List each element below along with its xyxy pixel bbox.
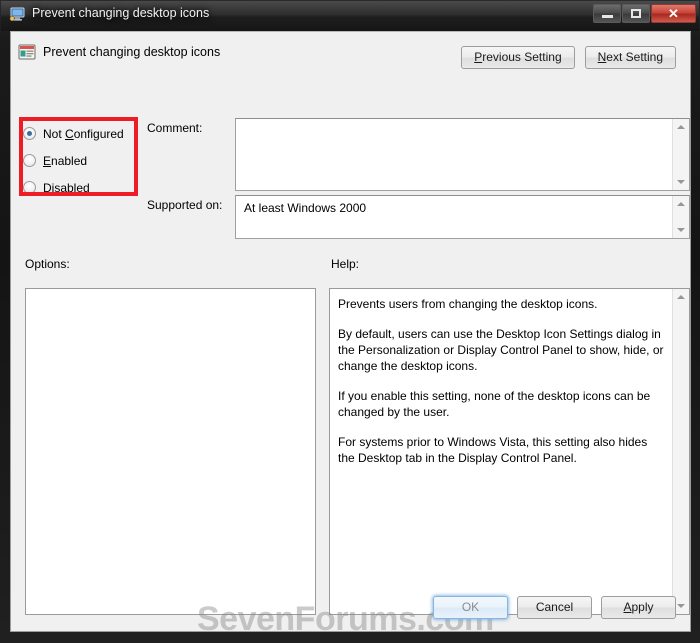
help-paragraph-3: If you enable this setting, none of the … [338, 389, 651, 419]
help-paragraph-1: Prevents users from changing the desktop… [338, 297, 598, 311]
options-panel[interactable] [25, 288, 316, 615]
dialog-client-area: Prevent changing desktop icons Previous … [10, 31, 691, 632]
supported-on-field: At least Windows 2000 [235, 195, 690, 239]
comment-label: Comment: [147, 121, 203, 135]
apply-mnemonic: A [623, 600, 632, 614]
policy-state-radio-group: Not Configured Enabled Disabled [23, 120, 135, 201]
previous-setting-label: revious Setting [482, 50, 562, 64]
supported-on-value: At least Windows 2000 [244, 201, 367, 215]
next-setting-button[interactable]: Next Setting [584, 46, 676, 69]
minimize-button[interactable] [593, 4, 621, 23]
supported-on-label: Supported on: [147, 198, 223, 212]
help-paragraph-2: By default, users can use the Desktop Ic… [338, 327, 664, 373]
help-scroll-up-icon[interactable] [673, 289, 689, 305]
apply-label: pply [631, 600, 654, 614]
radio-enabled-indicator[interactable] [23, 154, 36, 167]
close-button[interactable]: ✕ [651, 4, 696, 23]
setting-navigation: Previous Setting Next Setting [461, 46, 676, 69]
close-icon: ✕ [668, 6, 679, 21]
help-label: Help: [331, 257, 360, 271]
apply-button[interactable]: Apply [601, 596, 676, 619]
help-panel[interactable]: Prevents users from changing the desktop… [329, 288, 690, 615]
supported-scroll-up-icon[interactable] [673, 196, 689, 212]
titlebar[interactable]: Prevent changing desktop icons ✕ [0, 0, 700, 30]
window-title: Prevent changing desktop icons [32, 6, 210, 20]
restore-icon [631, 9, 641, 18]
help-paragraph-4: For systems prior to Windows Vista, this… [338, 435, 648, 465]
group-policy-setting-window: Prevent changing desktop icons ✕ Prevent… [0, 0, 700, 643]
comment-scrollbar[interactable] [672, 119, 689, 190]
comment-textarea[interactable] [235, 118, 690, 191]
radio-not-configured-label: Not Configured [43, 126, 124, 141]
ok-button[interactable]: OK [433, 596, 508, 619]
radio-disabled-indicator[interactable] [23, 181, 36, 194]
radio-disabled[interactable]: Disabled [23, 174, 135, 201]
radio-enabled[interactable]: Enabled [23, 147, 135, 174]
monitor-icon [9, 6, 26, 22]
radio-disabled-label: Disabled [43, 180, 90, 195]
help-scrollbar[interactable] [672, 289, 689, 614]
dialog-footer-buttons: OK Cancel Apply [433, 596, 676, 619]
comment-scroll-up-icon[interactable] [673, 119, 689, 135]
previous-setting-button[interactable]: Previous Setting [461, 46, 575, 69]
next-setting-mnemonic: N [597, 50, 607, 64]
radio-enabled-label: Enabled [43, 153, 88, 168]
cancel-button[interactable]: Cancel [517, 596, 592, 619]
supported-scroll-down-icon[interactable] [673, 222, 689, 238]
window-controls: ✕ [593, 4, 696, 23]
supported-on-scrollbar[interactable] [672, 196, 689, 238]
minimize-icon [601, 15, 613, 18]
policy-setting-icon [18, 43, 36, 61]
page-title: Prevent changing desktop icons [43, 45, 221, 59]
restore-button[interactable] [622, 4, 650, 23]
next-setting-label: ext Setting [606, 50, 663, 64]
radio-not-configured-indicator[interactable] [23, 127, 36, 140]
comment-scroll-down-icon[interactable] [673, 174, 689, 190]
options-label: Options: [25, 257, 70, 271]
radio-not-configured[interactable]: Not Configured [23, 120, 135, 147]
help-text: Prevents users from changing the desktop… [338, 296, 667, 466]
